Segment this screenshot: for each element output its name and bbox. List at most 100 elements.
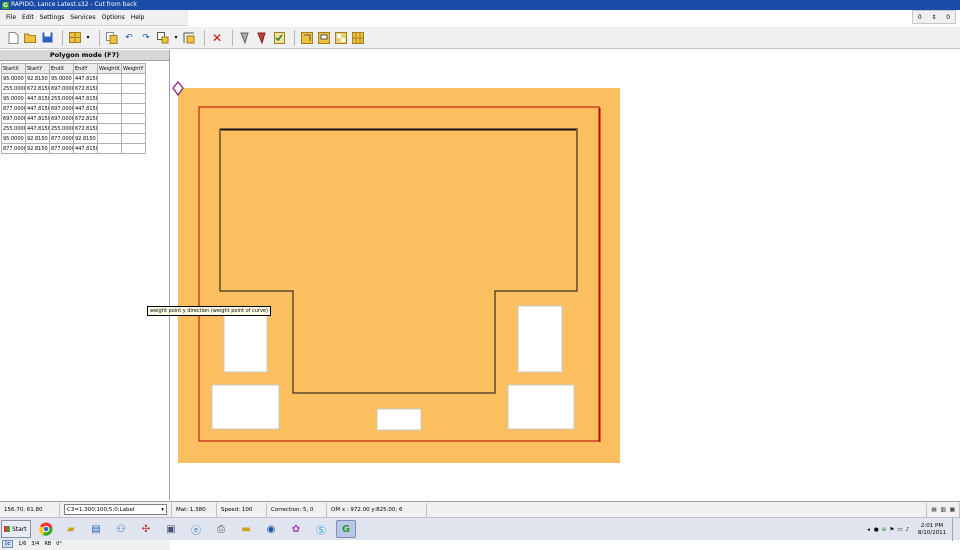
notepad-icon[interactable]: ▤ [86,520,106,538]
table-cell[interactable]: 672.8150 [73,113,98,124]
table-cell[interactable]: 255.0000 [49,123,74,134]
option-angle[interactable]: 0° [56,541,62,547]
table-row[interactable]: 95.0000 92.8150 95.0000 447.8150 [1,73,146,84]
redo-icon[interactable]: ↷ [139,31,153,45]
tool-icon[interactable]: ✣ [136,520,156,538]
layer-select[interactable]: C3=1.300;100;5;0;Label ▾ [64,504,167,515]
table-cell[interactable] [97,73,122,84]
grid-view-icon[interactable] [68,31,82,45]
folder-icon[interactable]: ▬ [236,520,256,538]
layer-grid-icon[interactable] [351,31,365,45]
table-cell[interactable] [121,93,146,104]
menu-services[interactable]: Services [70,14,95,21]
table-cell[interactable]: 447.8150 [73,73,98,84]
table-cell[interactable]: 255.0000 [49,93,74,104]
option-three-quarter[interactable]: 3/4 [31,541,39,547]
table-row[interactable]: 255.0000 447.8150 255.0000 672.8150 [1,123,146,134]
table-cell[interactable]: 877.0000 [1,103,26,114]
table-cell[interactable]: 672.8150 [73,123,98,134]
table-cell[interactable] [97,113,122,124]
cutout-bottom-center[interactable] [376,408,422,431]
new-file-icon[interactable] [6,31,20,45]
drawing-canvas[interactable] [171,50,960,500]
table-cell[interactable]: 255.0000 [1,83,26,94]
cutout-bottom-left[interactable] [211,384,280,430]
layer-3-icon[interactable] [334,31,348,45]
option-select-icon[interactable]: ◊c [2,539,14,548]
status-machine-icon[interactable]: ▦ [950,507,955,513]
explorer-icon[interactable]: ▰ [61,520,81,538]
table-cell[interactable] [97,133,122,144]
network-icon[interactable]: ⚇ [111,520,131,538]
tray-volume-icon[interactable]: ♪ [905,527,909,533]
menu-settings[interactable]: Settings [40,14,65,21]
save-icon[interactable] [40,31,54,45]
table-cell[interactable]: 92.8150 [25,143,50,154]
cutout-right-window[interactable] [517,305,563,373]
table-cell[interactable] [97,123,122,134]
table-cell[interactable]: 447.8150 [25,113,50,124]
dropdown-arrow-icon[interactable]: ▾ [85,31,91,45]
dropdown-arrow-icon[interactable]: ▾ [173,31,179,45]
menu-options[interactable]: Options [102,14,125,21]
table-cell[interactable] [121,103,146,114]
menu-edit[interactable]: Edit [22,14,34,21]
table-cell[interactable]: 697.0000 [1,113,26,124]
table-cell[interactable]: 447.8150 [25,93,50,104]
table-cell[interactable] [97,143,122,154]
undo-icon[interactable]: ↶ [122,31,136,45]
table-cell[interactable] [97,83,122,94]
table-cell[interactable]: 877.0000 [1,143,26,154]
table-cell[interactable]: 447.8150 [73,93,98,104]
table-cell[interactable]: 697.0000 [49,113,74,124]
table-cell[interactable]: 95.0000 [1,93,26,104]
tool-b-icon[interactable] [255,31,269,45]
delete-icon[interactable]: ✕ [210,31,224,45]
shapes-icon[interactable] [156,31,170,45]
printer-icon[interactable]: ⎙ [211,520,231,538]
cutout-bottom-right[interactable] [507,384,575,430]
table-row[interactable]: 95.0000 92.8150 877.0000 92.8150 [1,133,146,144]
table-row[interactable]: 877.0000 92.8150 877.0000 447.8150 [1,143,146,154]
show-desktop-icon[interactable] [952,518,960,541]
table-cell[interactable]: 672.8150 [25,83,50,94]
table-cell[interactable] [97,103,122,114]
corner-icon[interactable] [182,31,196,45]
table-cell[interactable]: 92.8150 [25,73,50,84]
cutout-left-window[interactable] [223,313,268,373]
table-cell[interactable]: 92.8150 [73,133,98,144]
table-cell[interactable]: 95.0000 [1,133,26,144]
table-cell[interactable]: 447.8150 [73,103,98,114]
status-print-icon[interactable]: ▤ [931,507,936,513]
table-cell[interactable]: 92.8150 [25,133,50,144]
table-cell[interactable]: 877.0000 [49,133,74,144]
table-cell[interactable]: 95.0000 [49,73,74,84]
option-fraction[interactable]: 1/6 [18,541,26,547]
table-cell[interactable]: 255.0000 [1,123,26,134]
table-cell[interactable] [121,83,146,94]
table-cell[interactable]: 447.8150 [25,123,50,134]
open-folder-icon[interactable] [23,31,37,45]
monitor-icon[interactable]: ▣ [161,520,181,538]
picasa-icon[interactable]: ✿ [286,520,306,538]
table-cell[interactable]: 447.8150 [25,103,50,114]
ie-icon[interactable]: ⓔ [186,520,206,538]
tray-network-icon[interactable]: ⊕ [882,527,887,533]
menu-file[interactable]: File [6,14,16,21]
table-cell[interactable]: 877.0000 [49,143,74,154]
table-cell[interactable]: 95.0000 [1,73,26,84]
table-cell[interactable] [121,133,146,144]
table-cell[interactable] [121,73,146,84]
layer-2-icon[interactable] [317,31,331,45]
table-row[interactable]: 877.0000 447.8150 697.0000 447.8150 [1,103,146,114]
table-cell[interactable]: 697.0000 [49,83,74,94]
rapido-taskbar-icon[interactable]: G [336,520,356,538]
tray-monitor-icon[interactable]: ▭ [897,527,902,533]
tray-app-icon[interactable]: ● [874,527,879,533]
copy-icon[interactable] [105,31,119,45]
table-cell[interactable] [121,143,146,154]
table-row[interactable]: 697.0000 447.8150 697.0000 672.8150 [1,113,146,124]
table-cell[interactable]: 672.8150 [73,83,98,94]
menu-help[interactable]: Help [131,14,145,21]
checklist-icon[interactable] [272,31,286,45]
